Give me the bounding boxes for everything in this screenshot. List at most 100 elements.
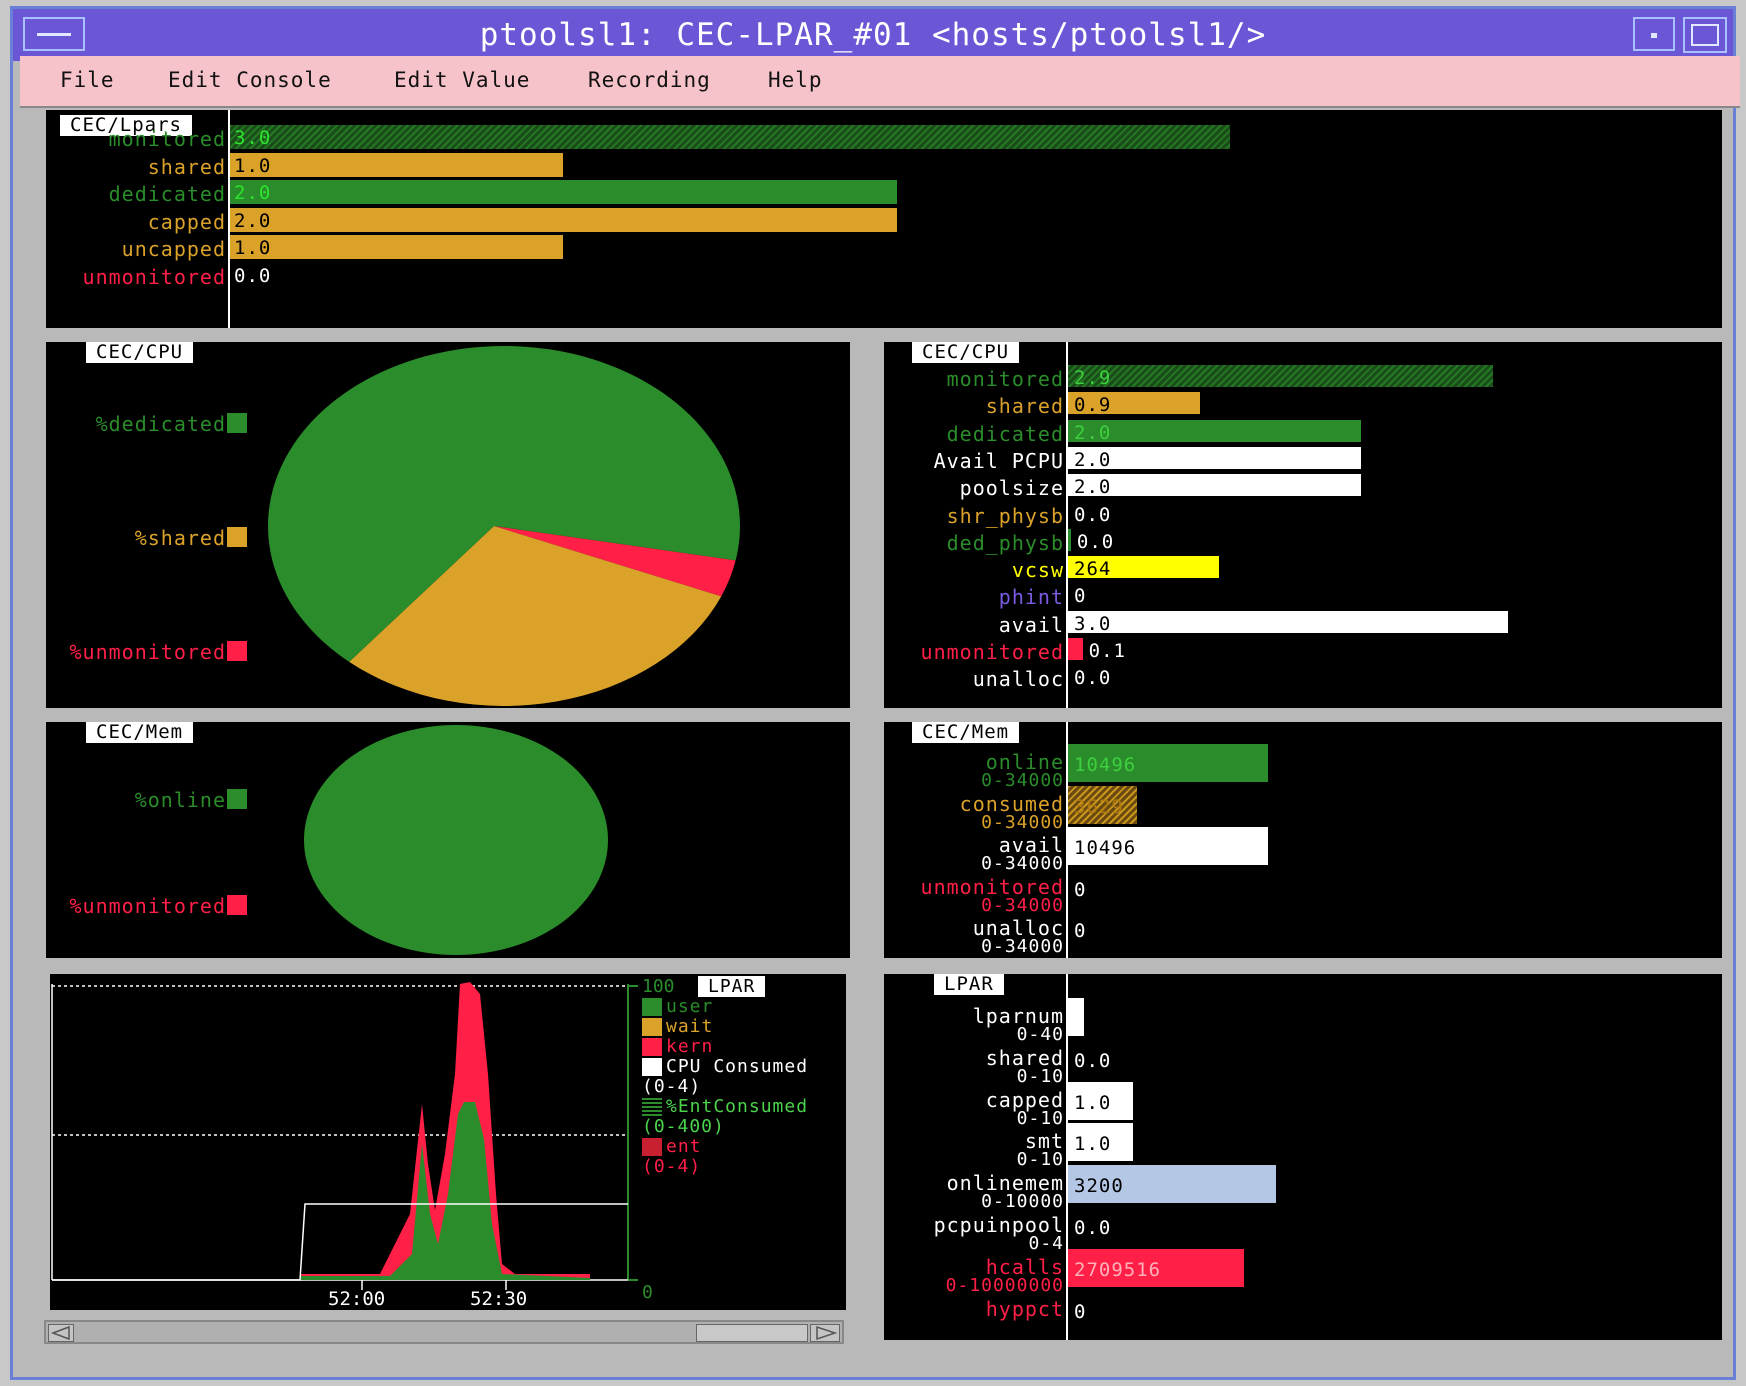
legend-label: %EntConsumed xyxy=(666,1096,809,1117)
cpu-row: shared 0.9 xyxy=(884,391,1722,418)
bar-value: 3.0 xyxy=(1074,612,1112,635)
lpar-chart-panel: LPAR 100 0 52:00 52:30 user wait kern CPU C… xyxy=(50,974,846,1310)
lpars-panel: CEC/Lpars monitored 3.0 shared 1.0 dedicated… xyxy=(46,110,1722,328)
bar-fill xyxy=(230,152,564,177)
maximize-button[interactable] xyxy=(1683,17,1727,53)
minimize-icon xyxy=(1651,33,1657,38)
mem-row: avail 0-34000 10496 xyxy=(884,827,1722,874)
maximize-icon xyxy=(1691,24,1719,46)
cpu-row: ded_physb 0.0 xyxy=(884,528,1722,555)
scroll-right-arrow[interactable] xyxy=(810,1324,840,1342)
bar-value: 2.0 xyxy=(1074,421,1112,444)
legend-label: (0-400) xyxy=(642,1116,725,1137)
horizontal-scrollbar[interactable] xyxy=(44,1320,844,1344)
x-tick-label: 52:00 xyxy=(328,1288,386,1310)
menu-file[interactable]: File xyxy=(60,68,115,92)
mem-row: online 0-34000 10496 xyxy=(884,744,1722,791)
window-title: ptoolsl1: CEC-LPAR_#01 <hosts/ptoolsl1/> xyxy=(479,17,1267,53)
panel-tag: LPAR xyxy=(934,974,1004,995)
pie-legend-label: %unmonitored xyxy=(69,640,226,664)
bar-label: monitored xyxy=(108,127,226,151)
bar-value: 0.1 xyxy=(1088,640,1126,662)
bar-label: hyppct xyxy=(985,1296,1064,1321)
legend-label: ent xyxy=(666,1136,702,1157)
bar-value: 0 xyxy=(1074,1300,1087,1323)
mem-row: unmonitored 0-34000 0 xyxy=(884,869,1722,916)
lpar-chart-tag: LPAR xyxy=(698,976,766,997)
bar-value: 0.0 xyxy=(1076,530,1115,553)
menu-edit-value[interactable]: Edit Value xyxy=(394,68,530,92)
bar-label: Avail PCPU xyxy=(933,448,1064,473)
bar-label: dedicated xyxy=(946,421,1064,446)
menu-bar: File Edit Console Edit Value Recording H… xyxy=(20,56,1740,108)
y-max-label: 100 xyxy=(642,976,675,997)
cpu-row: unmonitored 0.1 xyxy=(884,637,1722,664)
title-bar[interactable]: ptoolsl1: CEC-LPAR_#01 <hosts/ptoolsl1/> xyxy=(13,9,1733,61)
lpar-bars-panel: LPAR lparnum 0-40 1 shared 0-10 0.0 capped 0-10… xyxy=(884,974,1722,1340)
bar-value: 3629 xyxy=(1074,795,1124,818)
bar-label: poolsize xyxy=(959,476,1064,501)
lpar-row: hyppct 0 xyxy=(884,1291,1722,1332)
lpars-row: dedicated 2.0 xyxy=(46,179,1722,206)
lpars-row: monitored 3.0 xyxy=(46,124,1722,151)
bar-label: unmonitored xyxy=(82,264,226,289)
mem-row: unalloc 0-34000 0 xyxy=(884,910,1722,957)
bar-fill xyxy=(1068,610,1508,633)
bar-fill xyxy=(230,180,897,204)
panel-tag: CEC/Mem xyxy=(912,722,1020,743)
bar-value: 0.0 xyxy=(1074,1049,1112,1072)
legend-label: (0-4) xyxy=(642,1156,702,1177)
menu-help[interactable]: Help xyxy=(768,68,823,92)
bar-label: monitored xyxy=(946,367,1064,391)
menu-edit-console[interactable]: Edit Console xyxy=(168,68,332,92)
scroll-left-arrow[interactable] xyxy=(48,1324,74,1342)
cpu-row: dedicated 2.0 xyxy=(884,419,1722,446)
bar-label: shared xyxy=(147,154,226,179)
bar-fill xyxy=(1068,474,1362,497)
pie-legend-swatch xyxy=(227,413,247,433)
bar-value: 264 xyxy=(1074,558,1112,581)
pie-legend-swatch xyxy=(227,789,247,809)
mem-row: consumed 0-34000 3629 xyxy=(884,785,1722,833)
pie-legend-label: %dedicated xyxy=(95,412,226,436)
legend-label: wait xyxy=(666,1016,714,1037)
bar-fill xyxy=(1068,998,1085,1036)
menu-recording[interactable]: Recording xyxy=(588,68,711,92)
bar-value: 1.0 xyxy=(1074,1091,1112,1114)
bar-fill xyxy=(230,125,1230,149)
bar-value: 10496 xyxy=(1074,837,1137,859)
bar-label: vcsw xyxy=(1011,558,1064,583)
lpars-row: unmonitored 0.0 xyxy=(46,262,1722,289)
lpar-row: smt 0-10 1.0 xyxy=(884,1123,1722,1170)
bar-value: 2.0 xyxy=(1074,476,1112,499)
cpu-row: phint 0 xyxy=(884,582,1722,609)
bar-value: 3.0 xyxy=(234,127,272,149)
cpu-bars-panel: CEC/CPU monitored 2.9 shared 0.9 dedicated 2.… xyxy=(884,342,1722,708)
legend-label: kern xyxy=(666,1036,714,1057)
bar-value: 1.0 xyxy=(234,237,272,259)
legend-swatch xyxy=(642,1058,662,1076)
panel-tag: CEC/CPU xyxy=(912,342,1020,363)
bar-value: 2709516 xyxy=(1074,1258,1162,1281)
bar-fill xyxy=(1068,638,1083,660)
minimize-button[interactable] xyxy=(1633,17,1675,51)
bar-label: dedicated xyxy=(108,182,226,206)
legend-label: CPU Consumed xyxy=(666,1056,809,1077)
cpu-row: Avail PCPU 2.0 xyxy=(884,446,1722,473)
bar-value: 2.0 xyxy=(1074,448,1112,471)
bar-value: 0.0 xyxy=(234,264,272,287)
pie-legend-swatch xyxy=(227,527,247,547)
bar-range: 0-34000 xyxy=(981,936,1064,957)
bar-value: 0 xyxy=(1074,920,1087,942)
legend-label: (0-4) xyxy=(642,1076,702,1097)
legend-swatch xyxy=(642,1138,662,1156)
left-arrow-icon xyxy=(50,1325,70,1341)
cpu-row: shr_physb 0.0 xyxy=(884,501,1722,528)
bar-fill xyxy=(1068,365,1494,387)
bar-value: 0.9 xyxy=(1074,394,1112,417)
x-tick-label: 52:30 xyxy=(470,1288,528,1310)
scroll-thumb[interactable] xyxy=(696,1324,808,1342)
bar-value: 0 xyxy=(1074,878,1087,901)
mem-pie-chart xyxy=(304,725,608,955)
pie-legend-swatch xyxy=(227,641,247,661)
